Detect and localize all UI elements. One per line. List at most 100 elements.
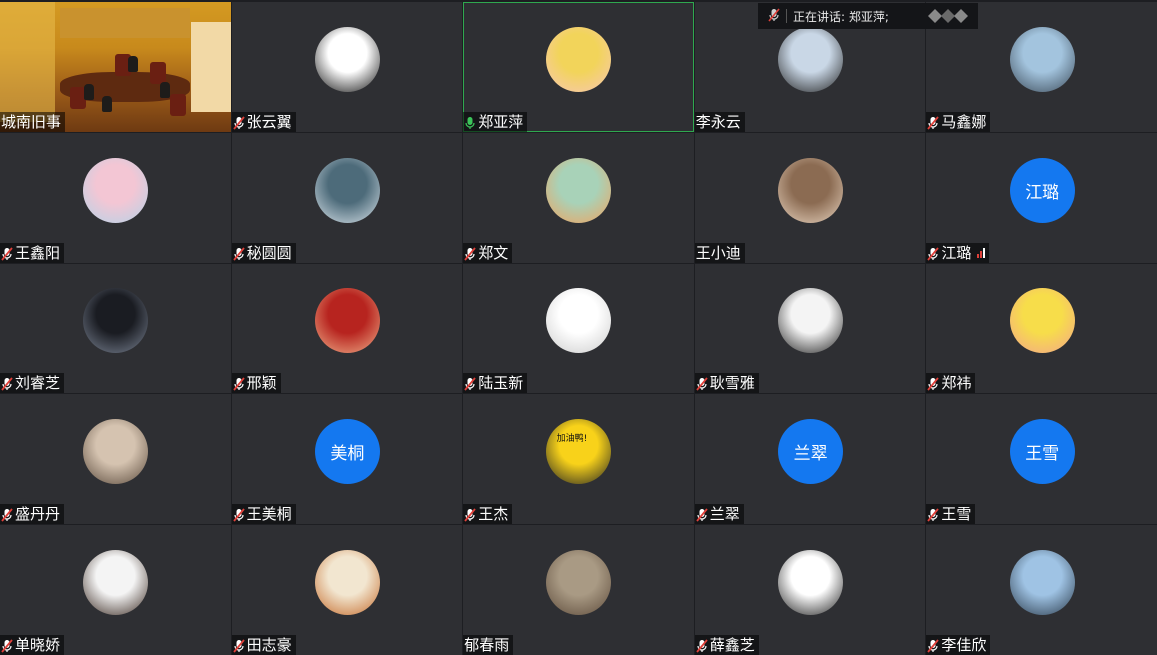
participant-name-label: 刘睿芝 xyxy=(0,373,65,394)
avatar-initials: 王雪 xyxy=(1009,419,1075,485)
participant-tile[interactable]: 郑亚萍 xyxy=(463,2,694,132)
pikachu-icon xyxy=(1009,288,1075,354)
silhouette-icon xyxy=(83,288,149,354)
participant-name-label: 薛鑫芝 xyxy=(694,635,759,655)
couple-jump-icon xyxy=(1009,550,1075,616)
participant-tile[interactable]: 王鑫阳 xyxy=(0,132,231,263)
signal-strength-icon xyxy=(977,247,986,259)
participant-name-label: 陆玉新 xyxy=(463,373,528,394)
tiger-icon xyxy=(314,550,380,616)
cartoon-girl-icon xyxy=(546,26,612,92)
participant-name: 郑祎 xyxy=(941,374,972,393)
participant-name-label: 邢颖 xyxy=(231,373,281,394)
muted-mic-icon xyxy=(464,376,476,391)
participant-name: 邢颖 xyxy=(246,374,277,393)
participant-name: 马鑫娜 xyxy=(941,112,987,131)
doodle-icon xyxy=(546,288,612,354)
avatar-initials: 兰翠 xyxy=(778,419,844,485)
muted-mic-icon xyxy=(696,376,708,391)
participant-name: 薛鑫芝 xyxy=(709,636,755,654)
participant-name-label: 王雪 xyxy=(926,504,976,525)
participant-name-label: 耿雪雅 xyxy=(694,373,759,394)
person-car-icon xyxy=(314,157,380,223)
participant-name: 王雪 xyxy=(941,505,972,524)
muted-mic-icon xyxy=(232,638,245,653)
muted-mic-icon xyxy=(1,638,13,653)
participant-name: 王杰 xyxy=(478,505,509,524)
participant-name: 郑文 xyxy=(478,243,509,262)
mic-icon xyxy=(464,115,476,129)
participant-name-label: 单晓娇 xyxy=(0,635,65,655)
dog-icon xyxy=(778,157,844,223)
person-back-icon xyxy=(546,550,612,616)
muted-mic-icon xyxy=(464,507,476,522)
participant-tile[interactable]: 美桐 王美桐 xyxy=(231,394,463,525)
participant-tile[interactable]: 田志豪 xyxy=(231,525,463,655)
participant-tile[interactable]: 薛鑫芝 xyxy=(694,525,926,655)
participant-name-label: 郑亚萍 xyxy=(463,111,528,132)
participant-name: 盛丹丹 xyxy=(15,505,61,524)
participant-name: 王鑫阳 xyxy=(15,243,61,262)
participant-name: 秘圆圆 xyxy=(246,243,292,262)
person-sunglasses-icon xyxy=(778,26,844,92)
participant-name-label: 李佳欣 xyxy=(926,635,991,655)
participant-tile[interactable]: 加油鸭! 王杰 xyxy=(463,394,694,525)
participant-name: 刘睿芝 xyxy=(15,374,61,393)
participant-tile[interactable]: 王雪 王雪 xyxy=(926,394,1157,525)
participant-name-label: 王小迪 xyxy=(694,242,745,263)
muted-mic-icon xyxy=(464,246,476,261)
participant-tile[interactable]: 李佳欣 xyxy=(926,525,1157,655)
seal-character-icon xyxy=(314,26,380,92)
participant-tile[interactable]: 兰翠 兰翠 xyxy=(694,394,926,525)
participant-tile[interactable]: 城南旧事 xyxy=(0,2,231,132)
portrait-icon xyxy=(83,550,149,616)
participant-tile[interactable]: 郁春雨 xyxy=(463,525,694,655)
participant-tile[interactable]: 耿雪雅 xyxy=(694,263,926,394)
participant-name: 李佳欣 xyxy=(941,636,987,654)
participant-name-label: 盛丹丹 xyxy=(0,504,65,525)
muted-mic-icon xyxy=(1,507,13,522)
participant-tile[interactable]: 郑文 xyxy=(463,132,694,263)
muted-mic-icon xyxy=(696,638,708,653)
participant-name-label: 郁春雨 xyxy=(463,635,514,655)
participant-tile[interactable]: 王小迪 xyxy=(694,132,926,263)
anime-girl-icon xyxy=(778,288,844,354)
participant-tile[interactable]: 郑祎 xyxy=(926,263,1157,394)
participant-tile[interactable]: 江璐 江璐 xyxy=(926,132,1157,263)
participant-name-label: 兰翠 xyxy=(694,504,744,525)
cartoon-blob-icon xyxy=(778,550,844,616)
participant-name-label: 江璐 xyxy=(926,242,990,263)
muted-mic-icon xyxy=(232,246,245,261)
participant-tile[interactable]: 陆玉新 xyxy=(463,263,694,394)
participant-name: 张云翼 xyxy=(246,112,292,131)
muted-mic-icon xyxy=(1,246,13,261)
participant-name: 耿雪雅 xyxy=(709,374,755,393)
speaking-label: 正在讲话: 郑亚萍; xyxy=(793,9,889,24)
person-flowers-icon xyxy=(83,419,149,485)
participant-tile[interactable]: 刘睿芝 xyxy=(0,263,231,394)
person-red-icon xyxy=(314,288,380,354)
participant-grid: 城南旧事 张云翼 郑亚萍 李永云 马鑫娜王鑫阳 秘圆圆 郑文 王小迪 江璐 江璐刘睿芝 邢颖 陆玉新 耿… xyxy=(0,2,1157,655)
participant-name: 郑亚萍 xyxy=(478,112,524,131)
participant-tile[interactable]: 邢颖 xyxy=(231,263,463,394)
participant-name: 李永云 xyxy=(695,112,741,131)
participant-name: 王小迪 xyxy=(695,243,741,262)
participant-name: 兰翠 xyxy=(709,505,740,524)
participant-tile[interactable]: 张云翼 xyxy=(231,2,463,132)
participant-tile[interactable]: 单晓娇 xyxy=(0,525,231,655)
muted-mic-icon xyxy=(232,115,245,130)
participant-name-label: 张云翼 xyxy=(231,111,296,132)
participant-name-label: 田志豪 xyxy=(231,635,296,655)
participant-name-label: 王杰 xyxy=(463,504,513,525)
participant-name-label: 王鑫阳 xyxy=(0,242,65,263)
flowers-icon xyxy=(546,157,612,223)
speaking-banner: 正在讲话: 郑亚萍; xyxy=(758,3,978,29)
app-logo-icon xyxy=(928,9,968,23)
participant-tile[interactable]: 盛丹丹 xyxy=(0,394,231,525)
avatar-initials: 江璐 xyxy=(1009,157,1075,223)
participant-name: 王美桐 xyxy=(246,505,292,524)
muted-mic-icon xyxy=(927,115,940,130)
muted-mic-icon xyxy=(927,638,940,653)
muted-mic-icon xyxy=(696,507,708,522)
participant-tile[interactable]: 秘圆圆 xyxy=(231,132,463,263)
